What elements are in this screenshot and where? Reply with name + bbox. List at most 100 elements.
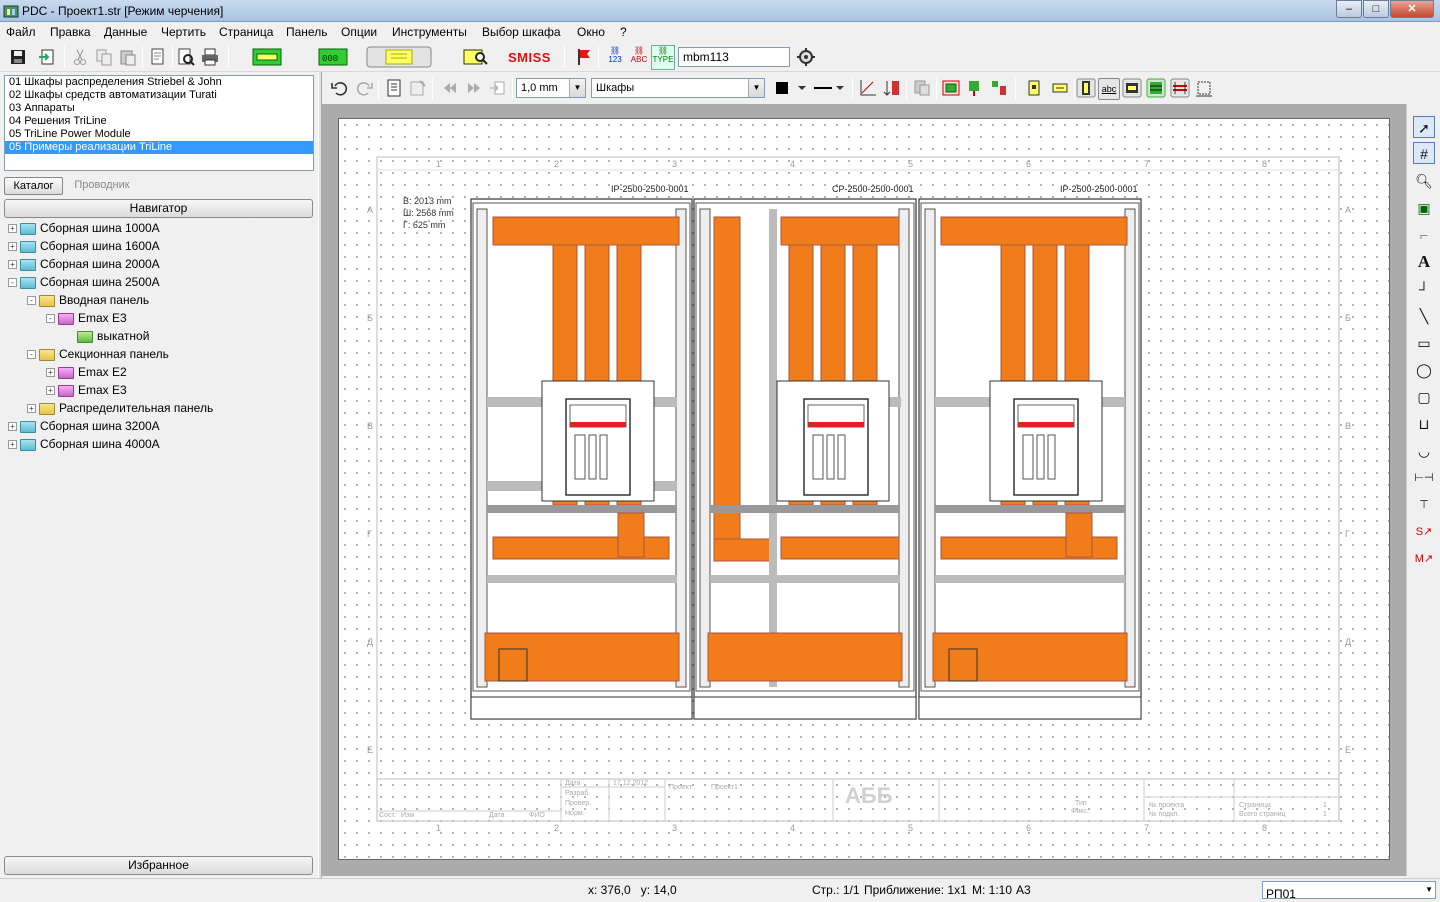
favorites-button[interactable]: Избранное	[4, 856, 313, 875]
cabinet-view-button[interactable]	[366, 46, 432, 68]
dimension-icon[interactable]	[1194, 78, 1214, 98]
next-page-icon[interactable]	[464, 78, 484, 98]
expand-icon[interactable]: +	[8, 260, 17, 270]
tree-node[interactable]: + Сборная шина 3200A	[8, 417, 160, 435]
drawing-sheet[interactable]: 1122334455667788 ААББВВГГДДЕЕ В: 2013 mm…	[338, 118, 1390, 860]
tree-node[interactable]: + Сборная шина 4000A	[8, 435, 160, 453]
print-icon[interactable]	[200, 47, 220, 67]
find-settings-icon[interactable]	[796, 47, 816, 67]
catalog-list[interactable]: 01 Шкафы распределения Striebel & John 0…	[4, 75, 314, 171]
symbol-m-icon[interactable]: M↗	[1413, 548, 1435, 570]
expand-icon[interactable]: +	[8, 242, 17, 252]
expand-icon[interactable]: +	[27, 404, 36, 414]
incoming-panel-1[interactable]	[470, 198, 693, 720]
arrow-icon[interactable]: ➚	[1413, 116, 1435, 138]
view-section-icon[interactable]	[1146, 78, 1166, 98]
rectangle-icon[interactable]: ▭	[1413, 332, 1435, 354]
symbol-s-icon[interactable]: S↗	[1413, 521, 1435, 543]
tree-node[interactable]: + Сборная шина 1000A	[8, 219, 160, 237]
tree-node[interactable]: - Emax E3	[46, 309, 127, 327]
menu-file[interactable]: Файл	[6, 25, 36, 39]
expand-icon[interactable]: +	[8, 422, 17, 432]
menu-data[interactable]: Данные	[104, 25, 147, 39]
document-icon[interactable]	[384, 78, 404, 98]
tree-node[interactable]: + Emax E2	[46, 363, 127, 381]
tree-node[interactable]: выкатной	[65, 327, 149, 345]
text-icon[interactable]: A	[1413, 251, 1435, 273]
expand-icon[interactable]: +	[8, 224, 17, 234]
incoming-panel-3[interactable]	[918, 198, 1142, 720]
flag-icon[interactable]	[574, 47, 594, 67]
view-plan-icon[interactable]	[1122, 78, 1142, 98]
polyline-icon[interactable]: ┘	[1413, 278, 1435, 300]
arc-icon[interactable]: ◡	[1413, 440, 1435, 462]
tree-node[interactable]: + Emax E3	[46, 381, 127, 399]
layout-icon[interactable]	[989, 78, 1009, 98]
tree-node[interactable]: - Сборная шина 2500A	[8, 273, 160, 291]
catalog-item[interactable]: 05 TriLine Power Module	[5, 128, 313, 141]
minimize-button[interactable]: –	[1336, 0, 1362, 18]
view-front-icon[interactable]	[1076, 78, 1096, 98]
tree-node[interactable]: - Вводная панель	[27, 291, 149, 309]
undo-icon[interactable]	[330, 78, 350, 98]
busbar-red-icon[interactable]	[1170, 78, 1190, 98]
type-icon[interactable]: ⛓ TYPE	[651, 45, 675, 70]
sectional-panel-2[interactable]	[693, 198, 917, 720]
line-style-icon[interactable]	[812, 78, 848, 98]
save-icon[interactable]	[8, 47, 28, 67]
numbering-icon[interactable]: ⛓ 123	[604, 46, 626, 70]
line-step-icon[interactable]: ⌐	[1413, 224, 1435, 246]
layer-select[interactable]: Шкафы ▼	[591, 78, 765, 98]
panel-select[interactable]: РП01 ▼	[1262, 881, 1436, 901]
cabinet-search-icon[interactable]	[462, 47, 490, 67]
properties-icon[interactable]	[408, 78, 428, 98]
collapse-icon[interactable]: -	[46, 314, 55, 324]
export-icon[interactable]	[38, 47, 58, 67]
catalog-item[interactable]: 01 Шкафы распределения Striebel & John	[5, 76, 313, 89]
menu-tools[interactable]: Инструменты	[392, 25, 467, 39]
close-button[interactable]: ✕	[1390, 0, 1434, 18]
expand-icon[interactable]: +	[46, 368, 55, 378]
cabinet-frame-icon[interactable]	[941, 78, 961, 98]
rounded-rect-icon[interactable]: ▢	[1413, 386, 1435, 408]
smiss-logo[interactable]: SMISS	[508, 50, 551, 65]
circle-icon[interactable]: ◯	[1413, 359, 1435, 381]
spellcheck-icon[interactable]: ⛓ ABC	[628, 46, 650, 70]
tab-catalog[interactable]: Каталог	[4, 177, 63, 195]
component-icon[interactable]	[965, 78, 985, 98]
menu-page[interactable]: Страница	[219, 25, 273, 39]
collapse-icon[interactable]: -	[27, 350, 36, 360]
fill-color-icon[interactable]	[774, 78, 810, 98]
expand-icon[interactable]: +	[46, 386, 55, 396]
menu-window[interactable]: Окно	[577, 25, 605, 39]
zoom-icon[interactable]: 🔍︎	[1413, 170, 1435, 192]
first-page-icon[interactable]	[440, 78, 460, 98]
tree-node[interactable]: + Распределительная панель	[27, 399, 213, 417]
dim-horizontal-icon[interactable]: ⊢⊣	[1413, 467, 1435, 489]
catalog-item[interactable]: 04 Решения TriLine	[5, 115, 313, 128]
cut-icon[interactable]	[70, 47, 90, 67]
line-width-select[interactable]: 1,0 mm ▼	[516, 78, 586, 98]
catalog-item-selected[interactable]: 05 Примеры реализации TriLine	[5, 141, 313, 154]
copy-style-icon[interactable]	[912, 78, 932, 98]
terminal-tool-icon[interactable]: 000	[318, 48, 348, 66]
open-rect-icon[interactable]: ⊔	[1413, 413, 1435, 435]
collapse-icon[interactable]: -	[27, 296, 36, 306]
redo-icon[interactable]	[354, 78, 374, 98]
sort-icon[interactable]	[882, 78, 902, 98]
busbar-tool-icon[interactable]	[252, 48, 282, 66]
copy-icon[interactable]	[94, 47, 114, 67]
axis-icon[interactable]	[858, 78, 878, 98]
article-search-input[interactable]: mbm113	[678, 47, 790, 67]
collapse-icon[interactable]: -	[8, 278, 17, 288]
tree-node[interactable]: + Сборная шина 2000A	[8, 255, 160, 273]
tree-node[interactable]: + Сборная шина 1600A	[8, 237, 160, 255]
expand-icon[interactable]: +	[8, 440, 17, 450]
goto-page-icon[interactable]	[488, 78, 508, 98]
navigator-button[interactable]: Навигатор	[4, 199, 313, 218]
menu-panel[interactable]: Панель	[286, 25, 327, 39]
menu-options[interactable]: Опции	[341, 25, 377, 39]
tree-node[interactable]: - Секционная панель	[27, 345, 169, 363]
menu-edit[interactable]: Правка	[50, 25, 91, 39]
menu-draw[interactable]: Чертить	[161, 25, 206, 39]
